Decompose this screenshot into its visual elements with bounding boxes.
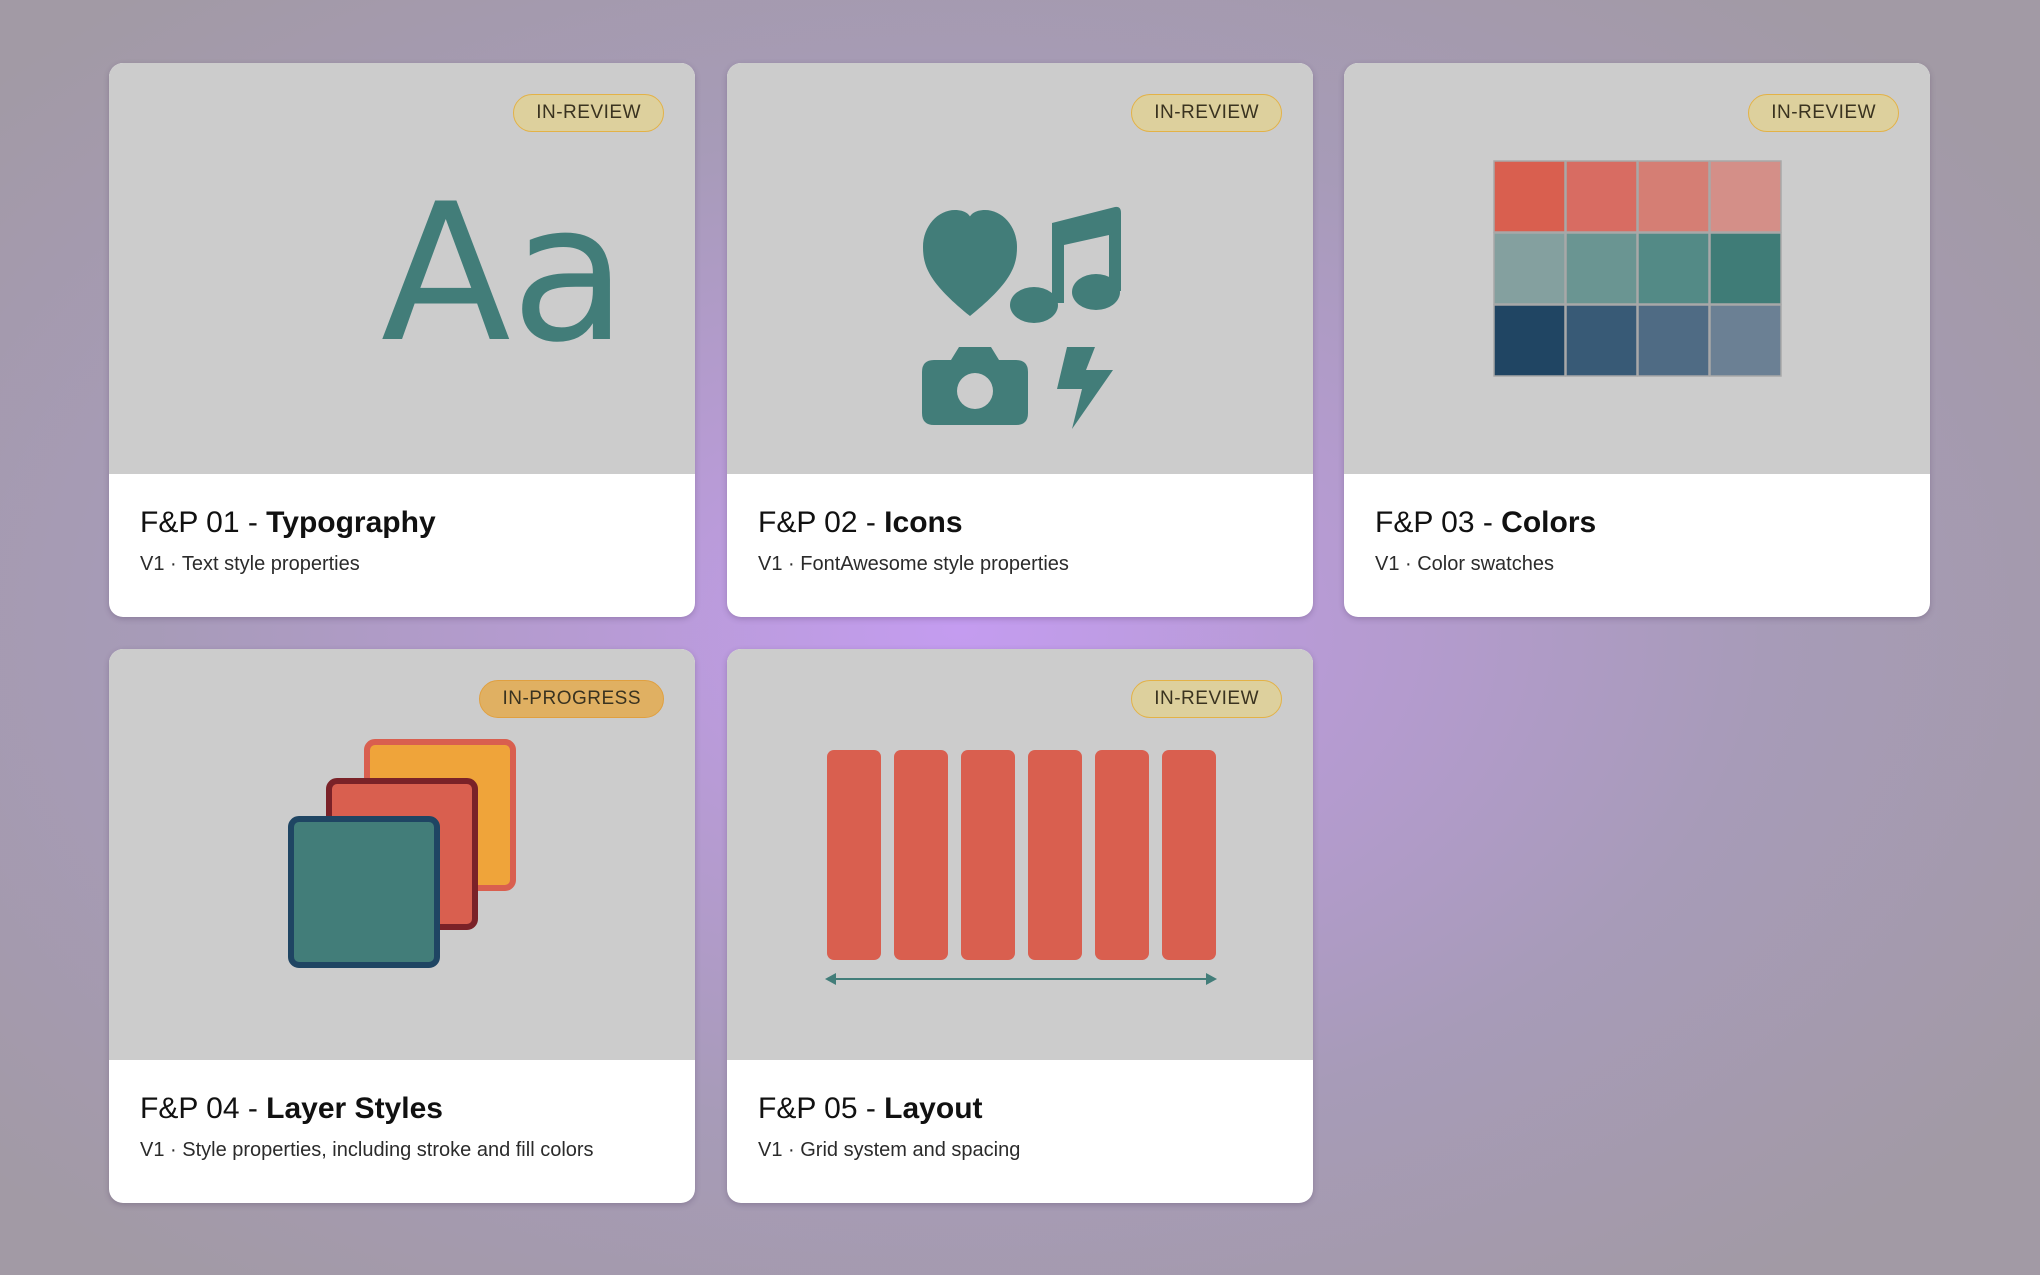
card-title: F&P 02 - Icons (758, 505, 1293, 541)
color-swatch (1565, 160, 1638, 233)
bolt-icon (1057, 347, 1113, 429)
card-thumbnail: IN-REVIEW (727, 63, 1313, 474)
card-subtitle: V1 · Color swatches (1375, 553, 1554, 575)
color-swatch (1637, 160, 1710, 233)
card-title-name: Layer Styles (266, 1092, 443, 1125)
color-swatch (1709, 304, 1782, 377)
color-swatch (1709, 160, 1782, 233)
color-swatch (1637, 232, 1710, 305)
color-swatch (1565, 304, 1638, 377)
card-layer-styles[interactable]: IN-PROGRESS F&P 04 - Layer Styles V1 · S… (109, 649, 695, 1203)
grid-column (1162, 750, 1216, 960)
status-badge: IN-REVIEW (1131, 94, 1282, 132)
grid-column (1095, 750, 1149, 960)
status-badge: IN-REVIEW (1131, 680, 1282, 718)
arrow-right-icon (1206, 973, 1217, 985)
layer-front-square (288, 816, 440, 968)
card-title-name: Icons (884, 506, 963, 539)
grid-column (1028, 750, 1082, 960)
card-thumbnail: Aa IN-REVIEW (109, 63, 695, 474)
card-title: F&P 03 - Colors (1375, 505, 1910, 541)
card-title-prefix: F&P 04 - (140, 1092, 267, 1125)
card-title: F&P 04 - Layer Styles (140, 1091, 675, 1127)
card-title: F&P 05 - Layout (758, 1091, 1293, 1127)
color-swatch (1709, 232, 1782, 305)
status-badge: IN-REVIEW (513, 94, 664, 132)
card-typography[interactable]: Aa IN-REVIEW F&P 01 - Typography V1 · Te… (109, 63, 695, 617)
card-layout[interactable]: IN-REVIEW F&P 05 - Layout V1 · Grid syst… (727, 649, 1313, 1203)
status-badge: IN-PROGRESS (479, 680, 664, 718)
grid-column (827, 750, 881, 960)
card-icons[interactable]: IN-REVIEW F&P 02 - Icons V1 · FontAwesom… (727, 63, 1313, 617)
grid-column (894, 750, 948, 960)
card-title-prefix: F&P 03 - (1375, 506, 1502, 539)
color-swatch (1565, 232, 1638, 305)
card-title-name: Colors (1501, 506, 1597, 539)
card-title-name: Typography (266, 506, 436, 539)
card-subtitle: V1 · FontAwesome style properties (758, 553, 1069, 575)
card-thumbnail: IN-PROGRESS (109, 649, 695, 1060)
camera-icon (922, 347, 1028, 425)
color-swatch (1493, 160, 1566, 233)
card-title-prefix: F&P 02 - (758, 506, 885, 539)
color-swatch (1637, 304, 1710, 377)
card-thumbnail: IN-REVIEW (1344, 63, 1930, 474)
card-subtitle: V1 · Text style properties (140, 553, 360, 575)
card-thumbnail: IN-REVIEW (727, 649, 1313, 1060)
arrow-left-icon (825, 973, 836, 985)
card-colors[interactable]: IN-REVIEW F&P 03 - Colors V1 · Color swa… (1344, 63, 1930, 617)
card-title-name: Layout (884, 1092, 983, 1125)
music-icon (1010, 206, 1121, 323)
card-subtitle: V1 · Style properties, including stroke … (140, 1139, 594, 1161)
color-swatch (1493, 232, 1566, 305)
status-badge: IN-REVIEW (1748, 94, 1899, 132)
typography-sample-text: Aa (381, 163, 627, 384)
card-title: F&P 01 - Typography (140, 505, 675, 541)
grid-column (961, 750, 1015, 960)
heart-icon (923, 210, 1017, 316)
card-title-prefix: F&P 05 - (758, 1092, 885, 1125)
color-swatch (1493, 304, 1566, 377)
card-title-prefix: F&P 01 - (140, 506, 267, 539)
card-subtitle: V1 · Grid system and spacing (758, 1139, 1021, 1161)
